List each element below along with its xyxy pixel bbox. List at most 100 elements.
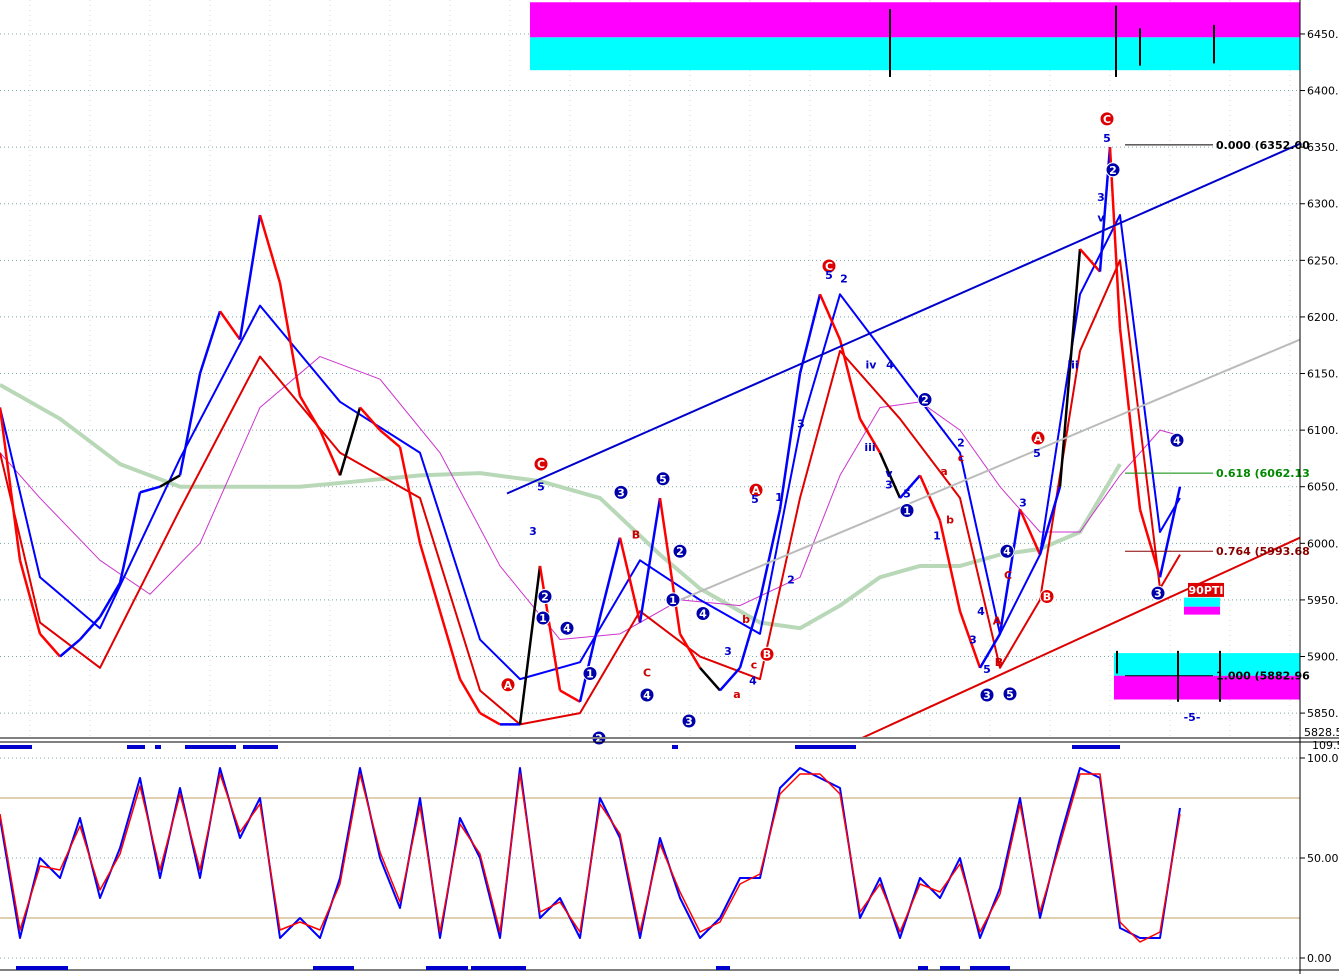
small-zone-magenta (1184, 606, 1220, 615)
wave-label: 4 (563, 622, 571, 635)
wave-label: 3 (724, 645, 732, 658)
signal-marker (471, 966, 526, 970)
wave-label: b (742, 613, 750, 626)
wave-label: 4 (1173, 434, 1181, 447)
wave-label: A (504, 679, 513, 692)
wave-label: A (1034, 432, 1043, 445)
signal-marker (16, 966, 68, 970)
fib-level-label: 0.764 (5993.68 (1216, 545, 1310, 558)
wave-label: 4 (699, 607, 707, 620)
signal-marker (0, 745, 32, 749)
wave-label: 5 (751, 493, 759, 506)
price-tick-label: 6150. (1307, 368, 1339, 381)
wave-label: iii (1067, 358, 1078, 371)
wave-label: iv (866, 358, 878, 371)
wave-label: 2 (541, 591, 549, 604)
wave-label: 5 (825, 269, 833, 282)
wave-label: 3 (1019, 497, 1027, 510)
wave-label: 4 (1003, 545, 1011, 558)
wave-label: 1 (903, 504, 911, 517)
wave-label: 5 (1033, 447, 1041, 460)
wave-label: C (643, 666, 651, 679)
resistance-zone-magenta (530, 2, 1300, 38)
signal-marker (313, 966, 354, 970)
wave-label: 5 (1103, 132, 1111, 145)
price-tick-label: 6400. (1307, 85, 1339, 98)
wave-label: 5 (537, 481, 545, 494)
price-tick-label: 6250. (1307, 254, 1339, 267)
wave-label: C (1004, 569, 1012, 582)
wave-label: 5 (983, 663, 991, 676)
wave-label: 2 (840, 272, 848, 285)
wave-label: 1 (539, 612, 547, 625)
wave-label: c (958, 451, 965, 464)
signal-marker (155, 745, 161, 749)
price-tick-label: 6100. (1307, 424, 1339, 437)
oscillator-tick-label: 50.00 (1307, 852, 1339, 865)
wave-label: C (537, 458, 545, 471)
wave-label: 5 (1006, 688, 1014, 701)
oscillator-tick-label: 0.00 (1307, 952, 1332, 965)
small-zone-cyan (1184, 597, 1220, 607)
wave-label: B (1043, 591, 1051, 604)
wave-label: 3 (797, 417, 805, 430)
wave-label: a (733, 688, 740, 701)
wave-label: 4 (749, 674, 757, 687)
signal-marker (970, 966, 1010, 970)
signal-marker (940, 966, 960, 970)
price-tick-label: 5900. (1307, 651, 1339, 664)
price-tick-label: 6050. (1307, 481, 1339, 494)
signal-marker (185, 745, 236, 749)
signal-marker (716, 966, 730, 970)
price-tick-label: 5850. (1307, 707, 1339, 720)
wave-label: 1 (775, 491, 783, 504)
oscillator-panel: 0.00 50.00 100.0109.5 (0, 739, 1339, 968)
wave-label: 3 (983, 689, 991, 702)
wave-label: 3 (1154, 587, 1162, 600)
wave-label: 3 (1097, 191, 1105, 204)
elliott-wave-chart: 5850. 5900. 5950. 6000. 6050. 6100. 6150. 6200.… (0, 0, 1339, 974)
price-panel: 5850. 5900. 5950. 6000. 6050. 6100. 6150. 6200.… (0, 0, 1339, 746)
wave-label: B (763, 648, 771, 661)
wave-label: 4 (886, 358, 894, 371)
wave-label: 2 (957, 437, 965, 450)
wave-label: 5 (659, 473, 667, 486)
chart-stage: 5850. 5900. 5950. 6000. 6050. 6100. 6150. 6200.… (0, 0, 1339, 974)
price-tick-label: 6300. (1307, 198, 1339, 211)
wave-label: c (751, 658, 758, 671)
signal-marker (918, 966, 928, 970)
wave-label: 4 (643, 689, 651, 702)
price-tick-label: 6000. (1307, 537, 1339, 550)
wave-label: A (993, 614, 1002, 627)
wave-label: C (1103, 113, 1111, 126)
wave-label: 2 (1109, 164, 1117, 177)
wave-label: 1 (586, 667, 594, 680)
fib-level-label: 1.000 (5882.96 (1216, 670, 1310, 683)
fib-level-label: 0.000 (6352.00 (1216, 139, 1310, 152)
signal-marker (795, 745, 856, 749)
price-tick-label: 6350. (1307, 141, 1339, 154)
wave-label: b (946, 514, 954, 527)
price-tick-label: 6450. (1307, 28, 1339, 41)
wave-5-annotation: -5- (1184, 711, 1201, 724)
wave-label: 2 (921, 394, 929, 407)
wave-label: B (995, 656, 1003, 669)
signal-marker (426, 966, 468, 970)
wave-label: 2 (676, 545, 684, 558)
wave-label: 3 (529, 525, 537, 538)
wave-label: 3 (969, 634, 977, 647)
oscillator-tick-label: 100.0 (1307, 752, 1339, 765)
wave-label: B (632, 528, 640, 541)
wave-label: 4 (977, 605, 985, 618)
fib-level-label: 0.618 (6062.13 (1216, 467, 1310, 480)
wave-label: 5 (903, 488, 911, 501)
wave-label: 3 (617, 486, 625, 499)
wave-label: iii (864, 441, 875, 454)
wave-label: 2 (787, 574, 795, 587)
price-tick-label: 6200. (1307, 311, 1339, 324)
oscillator-extra-label: 109.5 (1312, 739, 1339, 752)
wave-label: a (940, 465, 947, 478)
signal-marker (127, 745, 145, 749)
wave-label: 3 (885, 478, 893, 491)
wave-label: 1 (669, 594, 677, 607)
